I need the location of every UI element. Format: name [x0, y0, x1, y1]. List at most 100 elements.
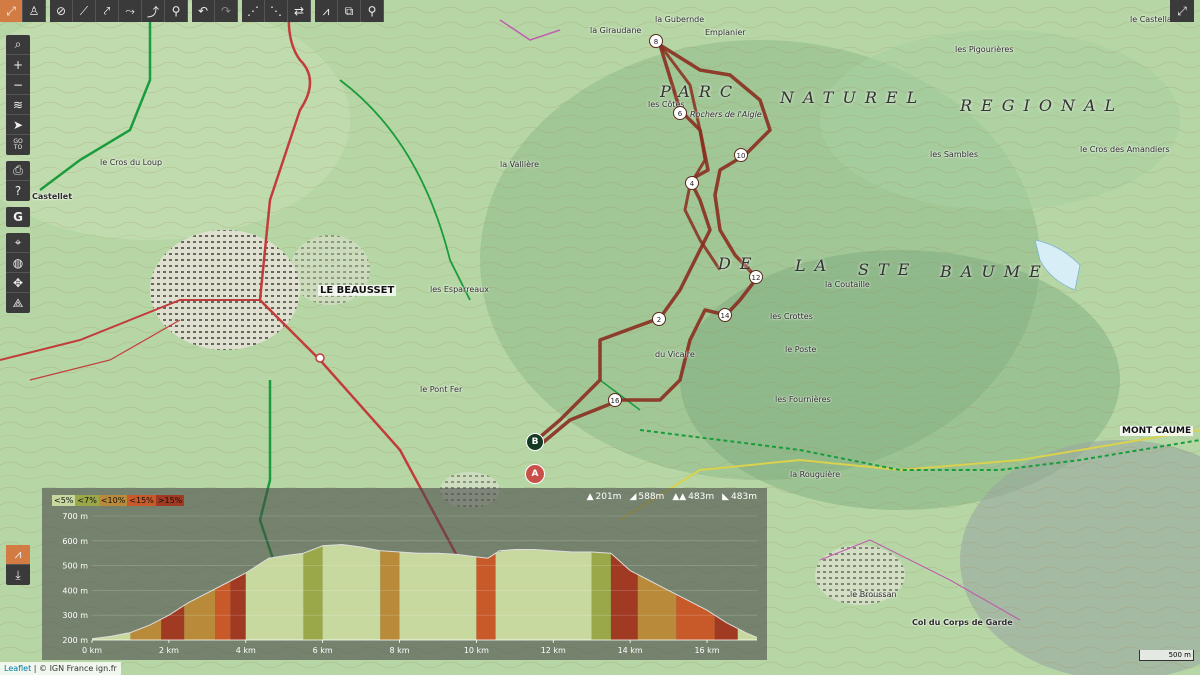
- legend-item: <7%: [75, 495, 99, 506]
- waypoint-2[interactable]: 2: [652, 312, 666, 326]
- stat-ascent: ◢ 588m: [629, 492, 664, 502]
- label-les-fournieres: les Fournières: [775, 395, 831, 404]
- grade-segment: [714, 615, 738, 640]
- stat-ascent-value: 588m: [638, 492, 665, 502]
- ascent-icon: ◢: [629, 492, 637, 502]
- globe-icon[interactable]: ◍: [6, 253, 30, 273]
- legend-item: <10%: [98, 495, 128, 506]
- hide-icon[interactable]: ⊘: [50, 0, 73, 22]
- download-icon[interactable]: ⤓: [6, 565, 30, 585]
- elevation-profile-panel[interactable]: 700 m 600 m 500 m 400 m 300 m 200 m 0 km 2 km 4…: [42, 488, 767, 660]
- label-la-gubernde: la Gubernde: [655, 15, 705, 24]
- grade-segment: [495, 549, 592, 640]
- segment-icon[interactable]: ⟋: [73, 0, 96, 22]
- top-toolbar: ⤢ ♙ ⊘ ⟋ ⤤ ⤳ ⤴ ⚲ ↶ ↷ ⋰ ⋱ ⇄ ⩘ ⧉ ⚲: [0, 0, 388, 22]
- y-tick-label: 700 m: [62, 512, 88, 521]
- label-la-giraudane: la Giraudane: [590, 26, 642, 35]
- print-icon[interactable]: ⎙: [6, 161, 30, 181]
- label-les-crottes: les Crottes: [770, 312, 813, 321]
- descent-icon: ▲▲: [672, 492, 687, 502]
- route-icon[interactable]: ⤳: [119, 0, 142, 22]
- locate-icon[interactable]: ➤: [6, 115, 30, 135]
- label-mont-caume: MONT CAUME: [1120, 426, 1194, 436]
- google-icon[interactable]: G: [6, 207, 30, 227]
- elevation-stats: ▲ 201m ◢ 588m ▲▲ 483m ◣ 483m: [579, 492, 757, 502]
- fit-icon[interactable]: ⤢: [0, 0, 23, 22]
- y-tick-label: 200 m: [62, 636, 88, 645]
- terrain-icon[interactable]: ⟁: [6, 293, 30, 313]
- x-tick-label: 2 km: [159, 646, 179, 655]
- end-marker[interactable]: B: [526, 433, 544, 451]
- x-tick-label: 14 km: [618, 646, 643, 655]
- stat-max: ▲ 201m: [587, 492, 622, 502]
- goto-button[interactable]: GO TO: [6, 135, 30, 155]
- route2-icon[interactable]: ⤴: [142, 0, 165, 22]
- waypoint-8[interactable]: 8: [649, 34, 663, 48]
- elevation-chart[interactable]: 700 m 600 m 500 m 400 m 300 m 200 m 0 km 2 km 4…: [42, 488, 767, 660]
- label-la-valliere: la Vallière: [500, 160, 540, 169]
- help-icon[interactable]: ?: [6, 181, 30, 201]
- waypoint-16[interactable]: 16: [608, 393, 622, 407]
- label-les-esparreaux: les Esparreaux: [430, 285, 489, 294]
- valley-icon: ◣: [722, 492, 730, 502]
- fullscreen-icon[interactable]: ⤢: [1170, 0, 1194, 22]
- swap-icon[interactable]: ⇄: [288, 0, 311, 22]
- waypoint-10[interactable]: 10: [734, 148, 748, 162]
- start-marker[interactable]: A: [525, 464, 545, 484]
- grade-segment: [399, 552, 477, 640]
- bike-icon[interactable]: ⚲: [165, 0, 188, 22]
- label-le-beausset: LE BEAUSSET: [318, 285, 397, 296]
- label-parc: PARC: [660, 82, 742, 101]
- layers-copy-icon[interactable]: ⧉: [338, 0, 361, 22]
- label-emplanier: Emplanier: [705, 28, 746, 37]
- elevation-chart-icon[interactable]: ⩘: [6, 545, 30, 565]
- search-icon[interactable]: ⌕: [6, 35, 30, 55]
- layers-icon[interactable]: ≋: [6, 95, 30, 115]
- grade-segment: [230, 573, 246, 640]
- x-tick-label: 4 km: [236, 646, 256, 655]
- grade-segment: [215, 581, 231, 640]
- waypoints2-icon[interactable]: ⋱: [265, 0, 288, 22]
- scale-bar: 500 m: [1139, 650, 1194, 661]
- waypoints-icon[interactable]: ⋰: [242, 0, 265, 22]
- pin-icon[interactable]: ⚲: [361, 0, 384, 22]
- grade-segment: [380, 550, 400, 640]
- grade-segment: [476, 553, 496, 640]
- grade-segment: [676, 594, 715, 640]
- redo-icon[interactable]: ↷: [215, 0, 238, 22]
- zoom-in-button[interactable]: +: [6, 55, 30, 75]
- grade-segment: [303, 545, 323, 640]
- stat-max-value: 201m: [595, 492, 622, 502]
- waypoint-4[interactable]: 4: [685, 176, 699, 190]
- leaflet-link[interactable]: Leaflet: [4, 664, 31, 673]
- label-le-broussan: le Broussan: [850, 590, 897, 599]
- legend-item: <5%: [52, 495, 76, 506]
- hiker-icon[interactable]: ♙: [23, 0, 46, 22]
- zoom-out-button[interactable]: −: [6, 75, 30, 95]
- y-tick-label: 400 m: [62, 586, 88, 595]
- stat-min: ◣ 483m: [722, 492, 757, 502]
- stat-descent-value: 483m: [688, 492, 715, 502]
- left-bottom-controls: ⩘ ⤓: [6, 545, 30, 591]
- target-icon[interactable]: ⌖: [6, 233, 30, 253]
- x-tick-label: 8 km: [389, 646, 409, 655]
- undo-icon[interactable]: ↶: [192, 0, 215, 22]
- segment2-icon[interactable]: ⤤: [96, 0, 119, 22]
- waypoint-6[interactable]: 6: [673, 106, 687, 120]
- compass-icon[interactable]: ✥: [6, 273, 30, 293]
- label-la: LA: [795, 256, 836, 275]
- grade-segment: [245, 553, 304, 640]
- left-controls: ⌕ + − ≋ ➤ GO TO ⎙ ? G ⌖ ◍ ✥ ⟁: [6, 35, 30, 319]
- label-cros-amandiers: le Cros des Amandiers: [1080, 145, 1170, 154]
- waypoint-12[interactable]: 12: [749, 270, 763, 284]
- x-tick-label: 10 km: [464, 646, 489, 655]
- label-les-sambles: les Sambles: [930, 150, 979, 159]
- label-naturel: NATUREL: [780, 88, 927, 107]
- legend-item: <15%: [127, 495, 156, 506]
- ign-attribution: | © IGN France ign.fr: [31, 664, 117, 673]
- label-col-corps: Col du Corps de Garde: [912, 618, 1013, 627]
- profile-tool-icon[interactable]: ⩘: [315, 0, 338, 22]
- waypoint-14[interactable]: 14: [718, 308, 732, 322]
- label-la-coutaille: la Coutaille: [825, 280, 870, 289]
- x-tick-label: 0 km: [82, 646, 102, 655]
